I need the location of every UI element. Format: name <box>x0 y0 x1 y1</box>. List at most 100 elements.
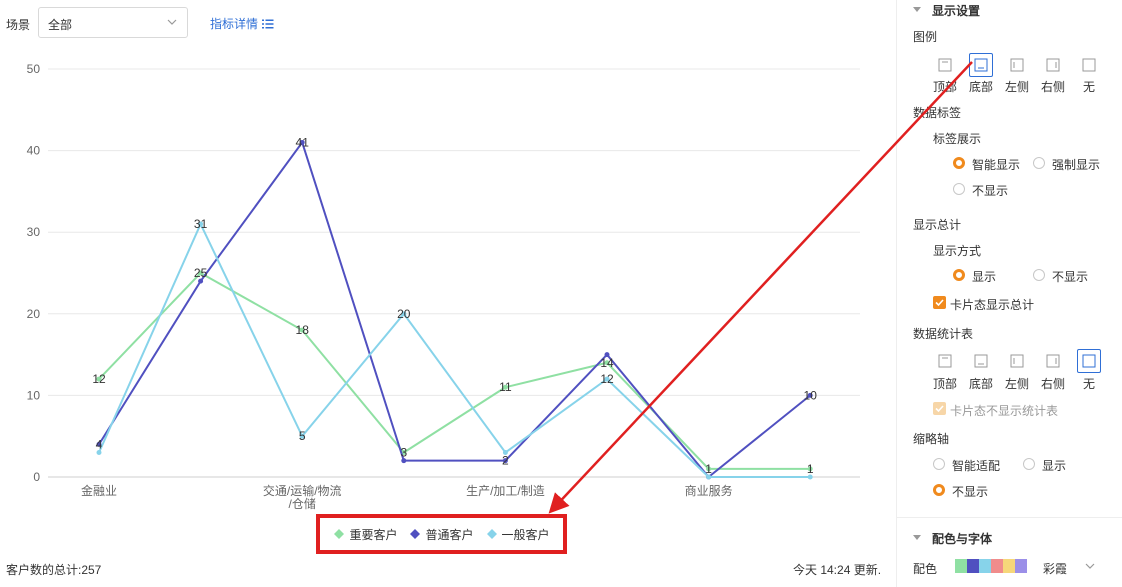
data-label: 4 <box>96 437 103 451</box>
layout-none-icon <box>1082 58 1096 72</box>
show-total-title: 显示总计 <box>913 218 962 232</box>
scene-label: 场景 <box>6 18 31 32</box>
stats-pos-left[interactable] <box>1005 349 1029 373</box>
radio-no-display[interactable] <box>953 183 965 195</box>
chevron-down-icon <box>167 19 177 25</box>
y-tick-label: 30 <box>27 225 41 239</box>
check-icon <box>935 405 944 413</box>
legend-swatch-icon <box>410 529 421 539</box>
update-time: 今天 14:24 更新. <box>793 563 882 577</box>
line-chart: 01020304050金融业 交通/运输/物流/仓储生产/加工/制造 商业服务122… <box>27 62 860 511</box>
palette-name: 彩霞 <box>1043 562 1068 576</box>
legend-setting-label: 图例 <box>913 30 938 44</box>
palette-swatches[interactable] <box>955 559 1027 573</box>
chart-legend: 重要客户 普通客户 一般客户 <box>316 514 567 554</box>
radio-axis-show[interactable] <box>1023 458 1035 470</box>
axis-hide-label: 不显示 <box>952 485 989 499</box>
display-settings-title: 显示设置 <box>932 4 981 18</box>
data-label: 25 <box>194 266 208 280</box>
y-tick-label: 40 <box>27 144 41 158</box>
palette-swatch-1 <box>967 559 979 573</box>
caret-down-icon[interactable] <box>912 4 922 14</box>
radio-smart-fit[interactable] <box>933 458 945 470</box>
data-label: 11 <box>499 380 512 394</box>
axis-show-label: 显示 <box>1042 459 1067 473</box>
radio-axis-hide[interactable] <box>933 484 945 496</box>
layout-top-icon <box>938 354 952 368</box>
series-line-1 <box>98 140 811 479</box>
chevron-down-icon[interactable] <box>1085 561 1095 571</box>
indicator-details-link[interactable]: 指标详情 <box>210 15 274 32</box>
radio-total-show[interactable] <box>953 269 965 281</box>
layout-top-icon <box>938 58 952 72</box>
legend-pos-left[interactable] <box>1005 53 1029 77</box>
series-line-2 <box>98 221 811 478</box>
stats-pos-label: 左侧 <box>1004 377 1029 391</box>
palette-swatch-2 <box>979 559 991 573</box>
data-label: 41 <box>296 135 310 149</box>
label-display-title: 标签展示 <box>933 132 982 146</box>
smart-display-label: 智能显示 <box>972 158 1021 172</box>
stats-pos-label: 顶部 <box>932 377 957 391</box>
legend-pos-top[interactable] <box>933 53 957 77</box>
stats-pos-label: 无 <box>1082 377 1095 391</box>
y-tick-label: 20 <box>27 307 41 321</box>
stats-pos-none[interactable] <box>1077 349 1101 373</box>
legend-pos-none[interactable] <box>1077 53 1101 77</box>
panel-divider <box>897 517 1122 518</box>
x-tick-label: /仓储 <box>289 496 316 511</box>
checkbox-card-no-stats[interactable] <box>933 402 946 415</box>
stats-pos-right[interactable] <box>1041 349 1065 373</box>
caret-down-icon[interactable] <box>912 532 922 542</box>
stats-pos-top[interactable] <box>933 349 957 373</box>
data-label: 3 <box>400 446 407 460</box>
layout-bottom-icon <box>974 58 988 72</box>
stats-pos-label: 底部 <box>968 377 993 391</box>
palette-swatch-0 <box>955 559 967 573</box>
layout-bottom-icon <box>974 354 988 368</box>
legend-pos-label: 无 <box>1082 80 1095 94</box>
card-total-label: 卡片态显示总计 <box>950 298 1035 312</box>
legend-pos-right[interactable] <box>1041 53 1065 77</box>
legend-item-general[interactable]: 一般客户 <box>486 526 550 543</box>
layout-right-icon <box>1046 58 1060 72</box>
legend-label: 普通客户 <box>425 527 474 542</box>
stats-table-title: 数据统计表 <box>913 327 974 341</box>
data-label: 20 <box>397 307 411 321</box>
stats-pos-bottom[interactable] <box>969 349 993 373</box>
radio-total-hide[interactable] <box>1033 269 1045 281</box>
legend-item-important[interactable]: 重要客户 <box>333 526 397 543</box>
no-display-label: 不显示 <box>972 184 1009 198</box>
color-scheme-label: 配色 <box>913 562 938 576</box>
x-tick-label: 商业服务 <box>685 483 733 498</box>
layout-none-icon <box>1082 354 1096 368</box>
data-label: 31 <box>194 217 208 231</box>
legend-pos-label: 右侧 <box>1040 80 1065 94</box>
data-label: 1 <box>705 462 712 476</box>
y-tick-label: 10 <box>27 388 41 402</box>
legend-item-normal[interactable]: 普通客户 <box>409 526 474 543</box>
legend-label: 一般客户 <box>501 527 550 542</box>
data-label: 2 <box>502 454 509 468</box>
chart-area: 场景 全部 指标详情 0 10 20 30 40 50 金融业 交通/运输/物流/仓储 生产/加… <box>0 0 896 587</box>
check-icon <box>935 299 944 307</box>
indicator-details-label: 指标详情 <box>210 17 259 31</box>
x-tick-label: 金融业 <box>81 483 117 498</box>
radio-smart-display[interactable] <box>953 157 965 169</box>
scene-select-value: 全部 <box>48 18 73 32</box>
legend-pos-bottom[interactable] <box>969 53 993 77</box>
checkbox-card-total[interactable] <box>933 296 946 309</box>
layout-left-icon <box>1010 354 1024 368</box>
stats-pos-label: 右侧 <box>1040 377 1065 391</box>
force-display-label: 强制显示 <box>1052 158 1101 172</box>
data-labels-title: 数据标签 <box>913 106 962 120</box>
scene-select[interactable]: 全部 <box>38 7 188 38</box>
total-show-label: 显示 <box>972 270 997 284</box>
legend-pos-label: 底部 <box>968 80 993 94</box>
data-label: 12 <box>92 372 106 386</box>
legend-pos-label: 顶部 <box>932 80 957 94</box>
radio-force-display[interactable] <box>1033 157 1045 169</box>
legend-swatch-icon <box>334 529 345 539</box>
data-label: 5 <box>299 429 306 443</box>
legend-label: 重要客户 <box>349 527 398 542</box>
